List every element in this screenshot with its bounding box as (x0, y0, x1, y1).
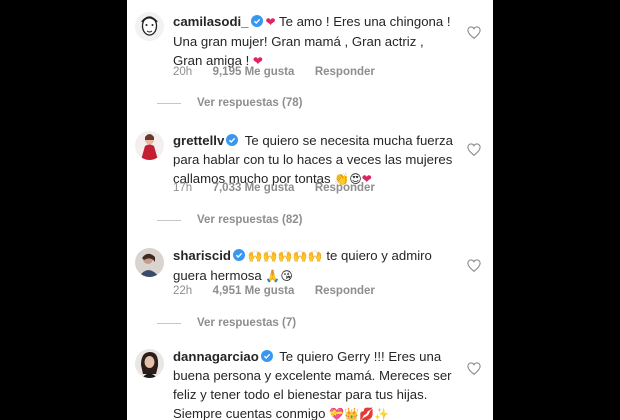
profile-photo-avatar-icon (135, 248, 164, 277)
username[interactable]: grettellv (173, 133, 224, 148)
verified-badge-icon (260, 350, 273, 362)
divider-line (157, 322, 181, 324)
verified-badge-icon (226, 134, 239, 146)
like-heart-icon[interactable] (467, 362, 481, 375)
comment-meta: 20h 9,195 Me gusta Responder (173, 66, 375, 78)
username[interactable]: shariscid (173, 248, 231, 263)
verified-badge-icon (232, 249, 245, 261)
woman-red-dress-avatar-icon (135, 131, 164, 160)
comment-time[interactable]: 20h (173, 66, 192, 78)
kiss-mark-emoji: 💋 (359, 407, 374, 420)
divider-line (157, 219, 181, 221)
reply-button[interactable]: Responder (315, 182, 375, 194)
view-replies-label[interactable]: Ver respuestas (78) (197, 97, 302, 109)
comment-body: dannagarciao Te quiero Gerry !!! Eres un… (173, 347, 455, 420)
avatar-shariscid[interactable] (135, 248, 164, 277)
kissing-face-emoji: 😘 (280, 269, 293, 283)
sketch-portrait-avatar-icon (135, 12, 164, 41)
raising-hands-emoji: 🙌🙌🙌🙌🙌 (247, 249, 323, 263)
likes-count[interactable]: 7,033 Me gusta (213, 182, 295, 194)
comment-time[interactable]: 17h (173, 182, 192, 194)
divider-line (157, 102, 181, 104)
avatar-camilasodi[interactable] (135, 12, 164, 41)
comment-body: grettellv Te quiero se necesita mucha fu… (173, 131, 455, 189)
comment-time[interactable]: 22h (173, 285, 192, 297)
folded-hands-emoji: 🙏 (265, 269, 281, 283)
view-replies-button[interactable]: Ver respuestas (78) (157, 97, 302, 109)
avatar-dannagarciao[interactable] (135, 349, 164, 378)
username[interactable]: camilasodi_ (173, 14, 249, 29)
avatar-grettellv[interactable] (135, 131, 164, 160)
woman-portrait-avatar-icon (135, 349, 164, 378)
view-replies-button[interactable]: Ver respuestas (82) (157, 214, 302, 226)
comments-panel: camilasodi_ ❤ Te amo ! Eres una chingona … (127, 0, 493, 420)
comment-meta: 17h 7,033 Me gusta Responder (173, 182, 375, 194)
reply-button[interactable]: Responder (315, 285, 375, 297)
crown-emoji: 👑 (344, 407, 360, 420)
comment-meta: 22h 4,951 Me gusta Responder (173, 285, 375, 297)
like-heart-icon[interactable] (467, 259, 481, 272)
view-replies-label[interactable]: Ver respuestas (82) (197, 214, 302, 226)
likes-count[interactable]: 9,195 Me gusta (213, 66, 295, 78)
reply-button[interactable]: Responder (315, 66, 375, 78)
verified-badge-icon (250, 15, 263, 27)
view-replies-label[interactable]: Ver respuestas (7) (197, 317, 296, 329)
comment-body: camilasodi_ ❤ Te amo ! Eres una chingona … (173, 12, 455, 71)
red-heart-emoji: ❤ (265, 15, 276, 29)
like-heart-icon[interactable] (467, 143, 481, 156)
likes-count[interactable]: 4,951 Me gusta (213, 285, 295, 297)
heart-ribbon-emoji: 💝 (329, 407, 345, 420)
view-replies-button[interactable]: Ver respuestas (7) (157, 317, 296, 329)
like-heart-icon[interactable] (467, 26, 481, 39)
username[interactable]: dannagarciao (173, 349, 259, 364)
sparkles-emoji: ✨ (374, 407, 389, 420)
comment-body: shariscid 🙌🙌🙌🙌🙌 te quiero y admiro guera … (173, 246, 455, 286)
